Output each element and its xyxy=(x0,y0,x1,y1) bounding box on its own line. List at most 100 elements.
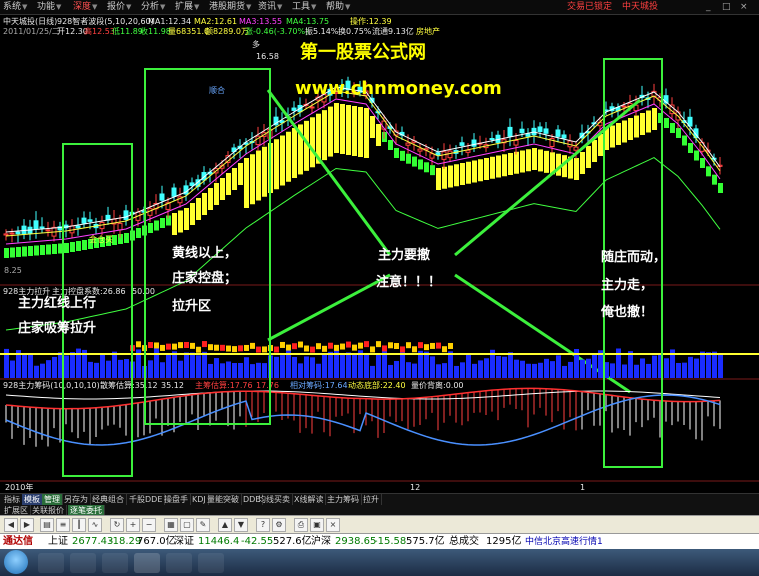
sh-value: 2677.43 xyxy=(72,536,114,547)
sub1-bar xyxy=(34,365,39,378)
band-bar xyxy=(460,163,465,185)
band-bar xyxy=(538,149,543,172)
hs-change: -15.58 xyxy=(374,536,407,547)
tab-save-as[interactable]: 另存为 xyxy=(62,494,91,505)
zoom-in-icon[interactable]: + xyxy=(126,518,140,532)
band-bar xyxy=(388,140,393,150)
band-bar xyxy=(700,158,705,168)
band-bar xyxy=(274,139,279,190)
sub1-bar xyxy=(424,351,429,378)
tab-volume-break[interactable]: 量能突破 xyxy=(205,494,242,505)
refresh-icon[interactable]: ↻ xyxy=(110,518,124,532)
sub1-bar xyxy=(706,352,711,378)
task-ie-icon[interactable] xyxy=(38,553,64,573)
sub1-bar xyxy=(466,354,471,378)
candle-body xyxy=(45,229,51,232)
tool-bar: ◀ ▶ ▤ ≡ ┃ ∿ ↻ + − ▦ ▢ ✎ ▲ ▼ ? ⚙ ⎙ ▣ × xyxy=(0,515,759,534)
band-bar xyxy=(346,105,351,155)
sub1-cap xyxy=(310,346,315,353)
list-icon[interactable]: ≡ xyxy=(56,518,70,532)
band-bar xyxy=(358,107,363,157)
band-bar xyxy=(406,153,411,164)
candle-body xyxy=(15,231,21,235)
sub1-bar xyxy=(454,365,459,378)
close-panel-icon[interactable]: × xyxy=(326,518,340,532)
sub1-bar xyxy=(274,356,279,378)
sub1-cap xyxy=(280,341,285,348)
sub1-cap xyxy=(274,346,279,353)
timeline-icon[interactable]: ∿ xyxy=(88,518,102,532)
tab-classic-combo[interactable]: 经典组合 xyxy=(90,494,127,505)
band-bar xyxy=(424,162,429,173)
setting-icon[interactable]: ⚙ xyxy=(272,518,286,532)
tab-ma-trade[interactable]: 均线买卖 xyxy=(256,494,293,505)
band-bar xyxy=(22,246,27,257)
help-icon[interactable]: ? xyxy=(256,518,270,532)
x-axis-jan: 1 xyxy=(580,483,586,492)
sz-amount: 527.6亿 xyxy=(273,536,312,547)
back-icon[interactable]: ◀ xyxy=(4,518,18,532)
server-name: 中信北京高速行情1 xyxy=(525,537,603,547)
band-bar xyxy=(520,150,525,173)
sub1-bar xyxy=(532,363,537,378)
task-app-icon[interactable] xyxy=(198,553,224,573)
sub1-bar xyxy=(544,358,549,378)
tab-manage[interactable]: 管理 xyxy=(42,494,63,505)
band-bar xyxy=(394,148,399,158)
task-folder-icon[interactable] xyxy=(70,553,96,573)
sub1-cap xyxy=(376,341,381,348)
annotation-4-line3: 俺也撤！ xyxy=(601,305,654,320)
down-icon[interactable]: ▼ xyxy=(234,518,248,532)
chart-icon[interactable]: ▤ xyxy=(40,518,54,532)
sub1-bar xyxy=(562,365,567,378)
task-stock-app-icon[interactable] xyxy=(134,553,160,573)
sub1-bar xyxy=(40,363,45,378)
save-icon[interactable]: ▣ xyxy=(310,518,324,532)
tab-template[interactable]: 模板 xyxy=(22,494,43,505)
sub1-cap xyxy=(340,343,345,350)
sub1-bar xyxy=(346,352,351,378)
sub1-bar xyxy=(580,359,585,378)
band-bar xyxy=(694,150,699,161)
tab-main-chips[interactable]: 主力筹码 xyxy=(325,494,362,505)
print-icon[interactable]: ⎙ xyxy=(294,518,308,532)
band-bar xyxy=(10,247,15,258)
band-bar xyxy=(526,149,531,172)
sub1-bar xyxy=(448,351,453,378)
band-bar xyxy=(580,152,585,174)
window-icon[interactable]: ▢ xyxy=(180,518,194,532)
task-media-icon[interactable] xyxy=(102,553,128,573)
candle-body xyxy=(519,128,525,134)
tab-dde[interactable]: 千股DDE xyxy=(127,494,166,505)
start-button[interactable] xyxy=(4,550,28,574)
band-bar xyxy=(364,108,369,158)
sub1-cap xyxy=(322,345,327,352)
band-bar xyxy=(322,110,327,161)
tab-indicator[interactable]: 指标 xyxy=(2,494,23,505)
tab-lift[interactable]: 拉升 xyxy=(361,494,382,505)
forward-icon[interactable]: ▶ xyxy=(20,518,34,532)
zoom-out-icon[interactable]: − xyxy=(142,518,156,532)
sub1-bar xyxy=(316,363,321,378)
sub1-bar xyxy=(694,358,699,378)
tab-trader[interactable]: 操盘手 xyxy=(162,494,191,505)
sub1-bar xyxy=(10,360,15,378)
band-bar xyxy=(490,156,495,179)
sub1-cap xyxy=(448,342,453,349)
task-ppt-icon[interactable] xyxy=(166,553,192,573)
band-bar xyxy=(370,116,375,138)
kline-icon[interactable]: ┃ xyxy=(72,518,86,532)
candle-body xyxy=(459,142,465,146)
candle-body xyxy=(561,134,567,139)
draw-icon[interactable]: ✎ xyxy=(196,518,210,532)
up-icon[interactable]: ▲ xyxy=(218,518,232,532)
sub1-cap xyxy=(334,344,339,351)
x-axis-dec: 12 xyxy=(410,483,421,492)
band-bar xyxy=(472,160,477,183)
sub1-cap xyxy=(418,342,423,349)
sub1-bar xyxy=(484,358,489,378)
sub1-bar xyxy=(676,362,681,378)
tab-x-line[interactable]: X线解读 xyxy=(292,494,327,505)
grid-icon[interactable]: ▦ xyxy=(164,518,178,532)
sub1-bar xyxy=(556,355,561,378)
